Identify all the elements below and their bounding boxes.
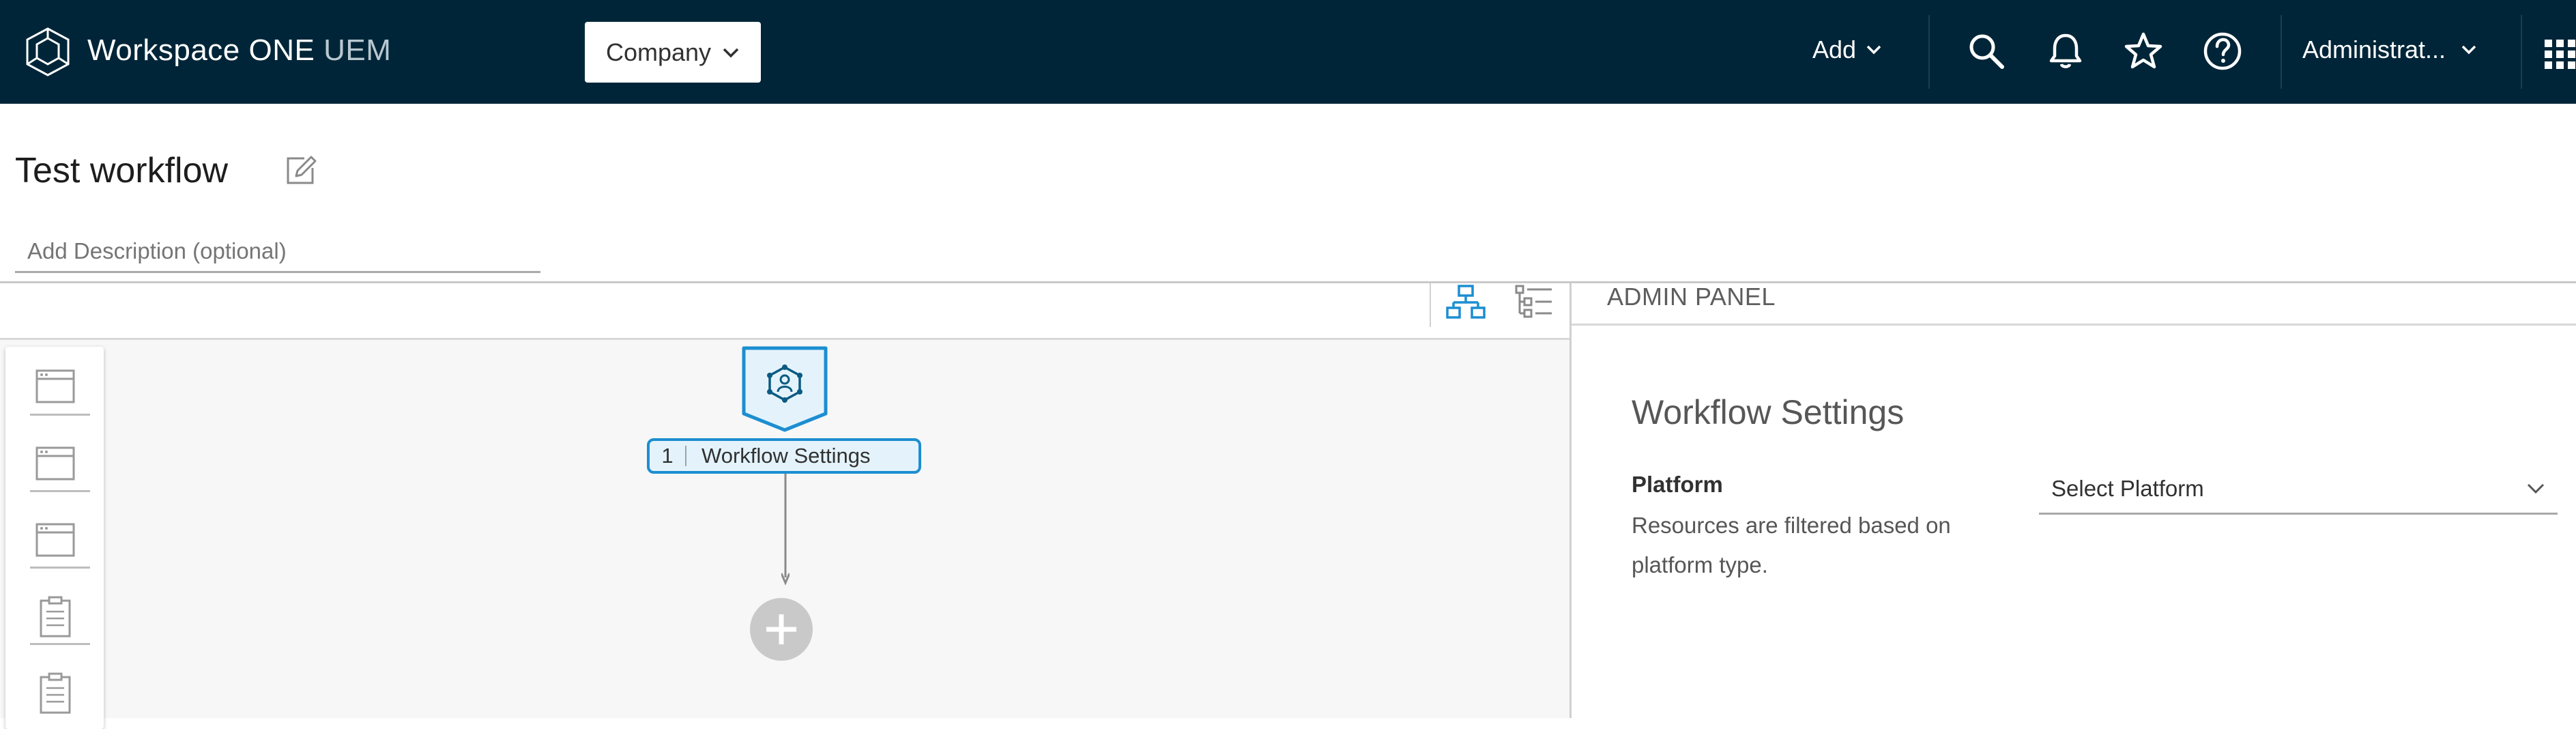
- brand-suffix: UEM: [323, 33, 392, 67]
- edit-pencil-icon[interactable]: [283, 153, 318, 188]
- app-launcher-grid-icon[interactable]: [2543, 31, 2576, 74]
- workflow-canvas[interactable]: 1 Workflow Settings: [0, 340, 1569, 729]
- brand-main: Workspace ONE: [87, 33, 315, 67]
- palette-divider: [30, 490, 90, 492]
- chevron-down-icon: [2461, 45, 2476, 55]
- window-step-icon[interactable]: [25, 511, 86, 572]
- description-input[interactable]: [15, 231, 540, 273]
- list-view-icon[interactable]: [1514, 283, 1554, 324]
- organization-group-selector[interactable]: Company: [585, 22, 761, 83]
- add-menu-button[interactable]: Add: [1812, 35, 1882, 64]
- toolbar-divider: [1430, 283, 1431, 327]
- window-step-icon[interactable]: [25, 434, 86, 496]
- workspace-one-logo-icon[interactable]: [23, 26, 72, 78]
- notifications-bell-icon[interactable]: [2044, 30, 2087, 72]
- header-divider: [2281, 15, 2282, 89]
- favorites-star-icon[interactable]: [2122, 30, 2165, 72]
- chevron-down-icon: [1866, 45, 1881, 55]
- node-divider: [685, 446, 686, 466]
- organization-group-label: Company: [605, 38, 712, 66]
- user-name: Administrat...: [2302, 35, 2446, 63]
- step-palette: [5, 347, 104, 729]
- header-divider: [1928, 15, 1930, 89]
- palette-divider: [30, 643, 90, 645]
- connector-arrow: [781, 474, 790, 586]
- workflow-settings-node-icon[interactable]: [741, 345, 828, 433]
- chevron-down-icon: [2527, 483, 2545, 494]
- user-account-menu[interactable]: Administrat...: [2302, 35, 2477, 64]
- clipboard-step-icon[interactable]: [25, 663, 86, 725]
- clipboard-step-icon[interactable]: [25, 587, 86, 648]
- platform-select[interactable]: Select Platform: [2039, 464, 2558, 515]
- diagram-view-icon[interactable]: [1445, 283, 1486, 324]
- chevron-down-icon: [723, 48, 739, 57]
- platform-select-value: Select Platform: [2051, 475, 2204, 501]
- header-divider: [2521, 15, 2522, 89]
- platform-label: Platform: [1632, 472, 1723, 497]
- palette-divider: [30, 567, 90, 569]
- admin-panel: ADMIN PANEL Workflow Settings Platform R…: [1572, 283, 2576, 718]
- add-step-button[interactable]: [750, 598, 813, 661]
- workflow-settings-title: Workflow Settings: [1632, 393, 1905, 431]
- add-menu-label: Add: [1812, 35, 1857, 63]
- workflow-canvas-panel: 1 Workflow Settings: [0, 283, 1569, 729]
- node-label: Workflow Settings: [701, 444, 871, 468]
- top-navigation-bar: Workspace ONE UEM Company Add Administra…: [0, 0, 2576, 104]
- admin-panel-heading: ADMIN PANEL: [1572, 283, 2576, 326]
- platform-help-text: Resources are filtered based on platform…: [1632, 513, 1951, 577]
- window-step-icon[interactable]: [25, 357, 86, 418]
- canvas-toolbar: [0, 283, 1569, 340]
- node-step-number: 1: [661, 444, 674, 468]
- palette-divider: [30, 414, 90, 416]
- brand-name: Workspace ONE UEM: [87, 33, 391, 68]
- workflow-title: Test workflow: [15, 151, 229, 190]
- plus-icon: [766, 614, 796, 644]
- search-icon[interactable]: [1965, 30, 2008, 72]
- help-icon[interactable]: [2201, 30, 2244, 72]
- workflow-settings-node[interactable]: 1 Workflow Settings: [647, 438, 921, 474]
